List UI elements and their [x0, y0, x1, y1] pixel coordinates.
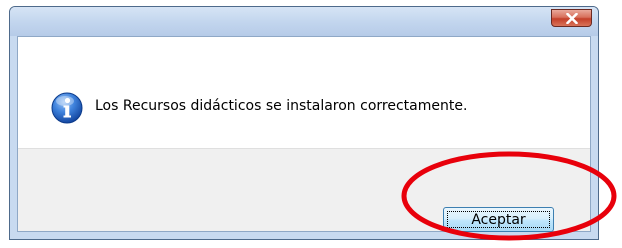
accept-button-label: Aceptar — [471, 211, 526, 228]
button-bar: Aceptar — [18, 148, 590, 232]
screenshot-stage: Los Recursos didácticos se instalaron co… — [0, 0, 622, 248]
accept-button[interactable]: Aceptar — [443, 207, 554, 232]
title-bar — [10, 7, 598, 36]
message-dialog: Los Recursos didácticos se instalaron co… — [9, 6, 599, 240]
close-icon — [565, 12, 578, 24]
message-text: Los Recursos didácticos se instalaron co… — [95, 98, 468, 114]
dialog-client-area: Los Recursos didácticos se instalaron co… — [17, 36, 591, 232]
message-area: Los Recursos didácticos se instalaron co… — [18, 37, 590, 148]
info-icon — [51, 92, 83, 124]
close-button[interactable] — [551, 9, 592, 27]
